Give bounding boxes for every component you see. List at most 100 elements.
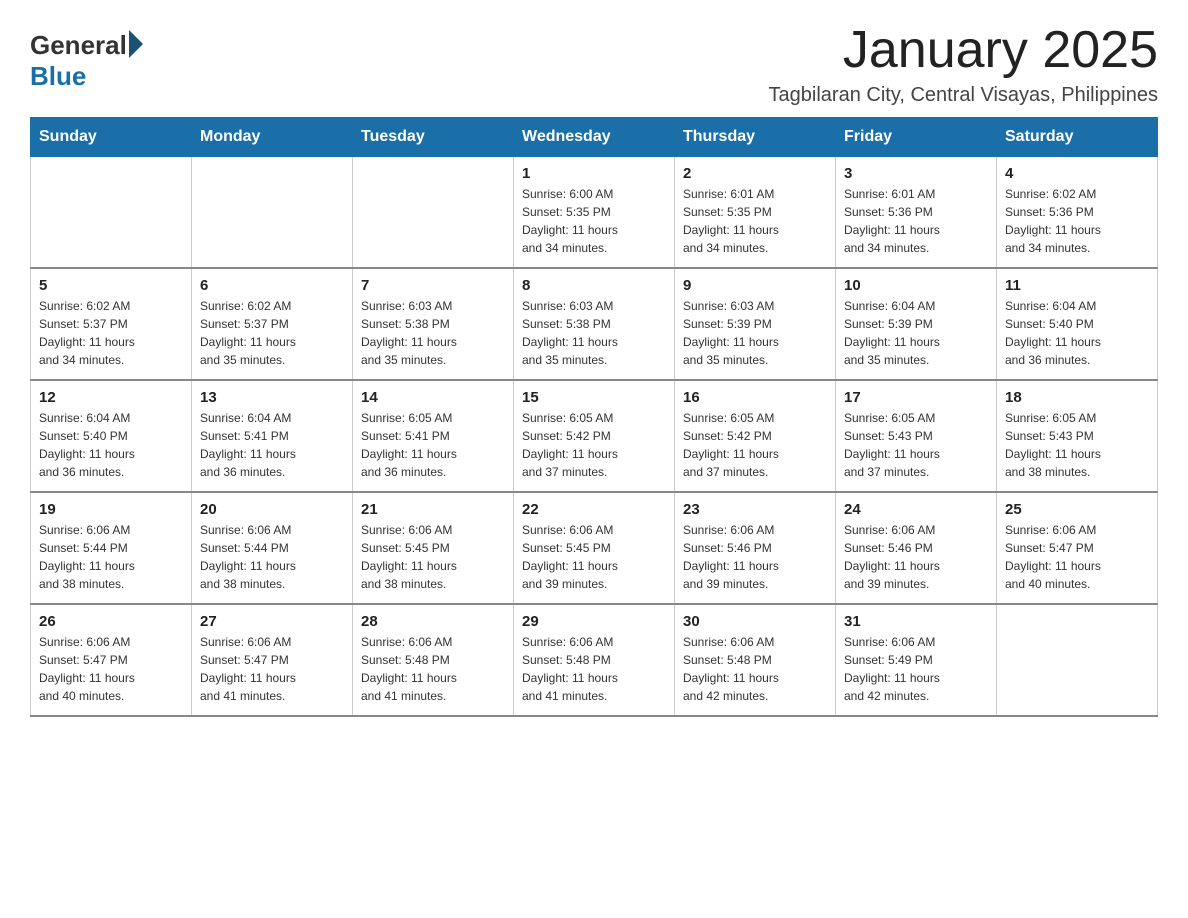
- day-number: 27: [200, 613, 344, 630]
- calendar-cell: 27 Sunrise: 6:06 AMSunset: 5:47 PMDayligh…: [192, 604, 353, 716]
- calendar-cell: 4 Sunrise: 6:02 AMSunset: 5:36 PMDaylight…: [997, 157, 1158, 269]
- calendar-cell: 5Sunrise: 6:02 AMSunset: 5:37 PMDaylight…: [31, 268, 192, 380]
- header: General Blue January 2025 Tagbilaran Cit…: [30, 20, 1158, 107]
- calendar-header-row: SundayMondayTuesdayWednesdayThursdayFrid…: [31, 118, 1158, 157]
- calendar-cell: 6 Sunrise: 6:02 AMSunset: 5:37 PMDaylight…: [192, 268, 353, 380]
- calendar-cell: 21 Sunrise: 6:06 AMSunset: 5:45 PMDayligh…: [353, 492, 514, 604]
- day-number: 30: [683, 613, 827, 630]
- calendar-cell: 3 Sunrise: 6:01 AMSunset: 5:36 PMDaylight…: [836, 157, 997, 269]
- day-number: 25: [1005, 501, 1149, 518]
- day-number: 14: [361, 389, 505, 406]
- day-info: Sunrise: 6:05 AMSunset: 5:43 PMDaylight:…: [1005, 409, 1149, 481]
- calendar-cell: 28 Sunrise: 6:06 AMSunset: 5:48 PMDayligh…: [353, 604, 514, 716]
- day-info: Sunrise: 6:05 AMSunset: 5:43 PMDaylight:…: [844, 409, 988, 481]
- day-info: Sunrise: 6:02 AMSunset: 5:36 PMDaylight:…: [1005, 185, 1149, 257]
- calendar-cell: [997, 604, 1158, 716]
- day-number: 17: [844, 389, 988, 406]
- day-number: 28: [361, 613, 505, 630]
- day-number: 21: [361, 501, 505, 518]
- day-number: 29: [522, 613, 666, 630]
- day-info: Sunrise: 6:03 AMSunset: 5:38 PMDaylight:…: [522, 297, 666, 369]
- calendar-week-row: 1 Sunrise: 6:00 AMSunset: 5:35 PMDaylight…: [31, 157, 1158, 269]
- calendar-header-friday: Friday: [836, 118, 997, 157]
- calendar-cell: 23Sunrise: 6:06 AMSunset: 5:46 PMDayligh…: [675, 492, 836, 604]
- day-number: 20: [200, 501, 344, 518]
- day-number: 19: [39, 501, 183, 518]
- day-info: Sunrise: 6:04 AMSunset: 5:40 PMDaylight:…: [39, 409, 183, 481]
- day-info: Sunrise: 6:06 AMSunset: 5:49 PMDaylight:…: [844, 633, 988, 705]
- day-number: 6: [200, 277, 344, 294]
- day-info: Sunrise: 6:06 AMSunset: 5:47 PMDaylight:…: [1005, 521, 1149, 593]
- calendar-header-wednesday: Wednesday: [514, 118, 675, 157]
- day-number: 13: [200, 389, 344, 406]
- day-info: Sunrise: 6:00 AMSunset: 5:35 PMDaylight:…: [522, 185, 666, 257]
- calendar-cell: 25 Sunrise: 6:06 AMSunset: 5:47 PMDayligh…: [997, 492, 1158, 604]
- day-number: 12: [39, 389, 183, 406]
- day-number: 16: [683, 389, 827, 406]
- logo-arrow-icon: [129, 30, 143, 58]
- day-number: 9: [683, 277, 827, 294]
- calendar-cell: 30 Sunrise: 6:06 AMSunset: 5:48 PMDayligh…: [675, 604, 836, 716]
- calendar-week-row: 5Sunrise: 6:02 AMSunset: 5:37 PMDaylight…: [31, 268, 1158, 380]
- day-info: Sunrise: 6:02 AMSunset: 5:37 PMDaylight:…: [200, 297, 344, 369]
- day-number: 3: [844, 165, 988, 182]
- calendar-cell: 15Sunrise: 6:05 AMSunset: 5:42 PMDayligh…: [514, 380, 675, 492]
- calendar-table: SundayMondayTuesdayWednesdayThursdayFrid…: [30, 117, 1158, 717]
- day-info: Sunrise: 6:05 AMSunset: 5:42 PMDaylight:…: [522, 409, 666, 481]
- calendar-cell: 7 Sunrise: 6:03 AMSunset: 5:38 PMDaylight…: [353, 268, 514, 380]
- calendar-cell: 12 Sunrise: 6:04 AMSunset: 5:40 PMDayligh…: [31, 380, 192, 492]
- calendar-cell: 13Sunrise: 6:04 AMSunset: 5:41 PMDayligh…: [192, 380, 353, 492]
- calendar-cell: 24Sunrise: 6:06 AMSunset: 5:46 PMDayligh…: [836, 492, 997, 604]
- main-title: January 2025: [769, 20, 1158, 80]
- calendar-header-thursday: Thursday: [675, 118, 836, 157]
- day-number: 26: [39, 613, 183, 630]
- calendar-header-saturday: Saturday: [997, 118, 1158, 157]
- calendar-cell: 22 Sunrise: 6:06 AMSunset: 5:45 PMDayligh…: [514, 492, 675, 604]
- day-info: Sunrise: 6:06 AMSunset: 5:44 PMDaylight:…: [200, 521, 344, 593]
- day-number: 11: [1005, 277, 1149, 294]
- calendar-cell: [353, 157, 514, 269]
- day-info: Sunrise: 6:06 AMSunset: 5:48 PMDaylight:…: [522, 633, 666, 705]
- day-number: 23: [683, 501, 827, 518]
- calendar-cell: 17 Sunrise: 6:05 AMSunset: 5:43 PMDayligh…: [836, 380, 997, 492]
- day-number: 1: [522, 165, 666, 182]
- day-info: Sunrise: 6:06 AMSunset: 5:48 PMDaylight:…: [361, 633, 505, 705]
- calendar-cell: [192, 157, 353, 269]
- calendar-cell: 11Sunrise: 6:04 AMSunset: 5:40 PMDayligh…: [997, 268, 1158, 380]
- day-info: Sunrise: 6:01 AMSunset: 5:35 PMDaylight:…: [683, 185, 827, 257]
- day-info: Sunrise: 6:06 AMSunset: 5:44 PMDaylight:…: [39, 521, 183, 593]
- calendar-week-row: 12 Sunrise: 6:04 AMSunset: 5:40 PMDayligh…: [31, 380, 1158, 492]
- day-number: 4: [1005, 165, 1149, 182]
- day-info: Sunrise: 6:06 AMSunset: 5:48 PMDaylight:…: [683, 633, 827, 705]
- logo-general-text: General: [30, 30, 127, 61]
- day-info: Sunrise: 6:06 AMSunset: 5:45 PMDaylight:…: [361, 521, 505, 593]
- day-number: 24: [844, 501, 988, 518]
- calendar-week-row: 19 Sunrise: 6:06 AMSunset: 5:44 PMDayligh…: [31, 492, 1158, 604]
- subtitle: Tagbilaran City, Central Visayas, Philip…: [769, 84, 1158, 107]
- calendar-cell: 16 Sunrise: 6:05 AMSunset: 5:42 PMDayligh…: [675, 380, 836, 492]
- day-info: Sunrise: 6:06 AMSunset: 5:47 PMDaylight:…: [200, 633, 344, 705]
- day-info: Sunrise: 6:06 AMSunset: 5:45 PMDaylight:…: [522, 521, 666, 593]
- calendar-header-tuesday: Tuesday: [353, 118, 514, 157]
- day-info: Sunrise: 6:01 AMSunset: 5:36 PMDaylight:…: [844, 185, 988, 257]
- day-number: 22: [522, 501, 666, 518]
- day-info: Sunrise: 6:05 AMSunset: 5:42 PMDaylight:…: [683, 409, 827, 481]
- day-info: Sunrise: 6:03 AMSunset: 5:38 PMDaylight:…: [361, 297, 505, 369]
- title-area: January 2025 Tagbilaran City, Central Vi…: [769, 20, 1158, 107]
- calendar-cell: 29 Sunrise: 6:06 AMSunset: 5:48 PMDayligh…: [514, 604, 675, 716]
- calendar-cell: 1 Sunrise: 6:00 AMSunset: 5:35 PMDaylight…: [514, 157, 675, 269]
- calendar-cell: 2 Sunrise: 6:01 AMSunset: 5:35 PMDaylight…: [675, 157, 836, 269]
- calendar-week-row: 26 Sunrise: 6:06 AMSunset: 5:47 PMDayligh…: [31, 604, 1158, 716]
- calendar-cell: 20 Sunrise: 6:06 AMSunset: 5:44 PMDayligh…: [192, 492, 353, 604]
- day-number: 2: [683, 165, 827, 182]
- day-number: 7: [361, 277, 505, 294]
- day-info: Sunrise: 6:05 AMSunset: 5:41 PMDaylight:…: [361, 409, 505, 481]
- calendar-cell: 19 Sunrise: 6:06 AMSunset: 5:44 PMDayligh…: [31, 492, 192, 604]
- day-info: Sunrise: 6:02 AMSunset: 5:37 PMDaylight:…: [39, 297, 183, 369]
- day-info: Sunrise: 6:04 AMSunset: 5:39 PMDaylight:…: [844, 297, 988, 369]
- calendar-cell: 9 Sunrise: 6:03 AMSunset: 5:39 PMDaylight…: [675, 268, 836, 380]
- day-number: 18: [1005, 389, 1149, 406]
- calendar-cell: [31, 157, 192, 269]
- calendar-cell: 10Sunrise: 6:04 AMSunset: 5:39 PMDayligh…: [836, 268, 997, 380]
- day-info: Sunrise: 6:03 AMSunset: 5:39 PMDaylight:…: [683, 297, 827, 369]
